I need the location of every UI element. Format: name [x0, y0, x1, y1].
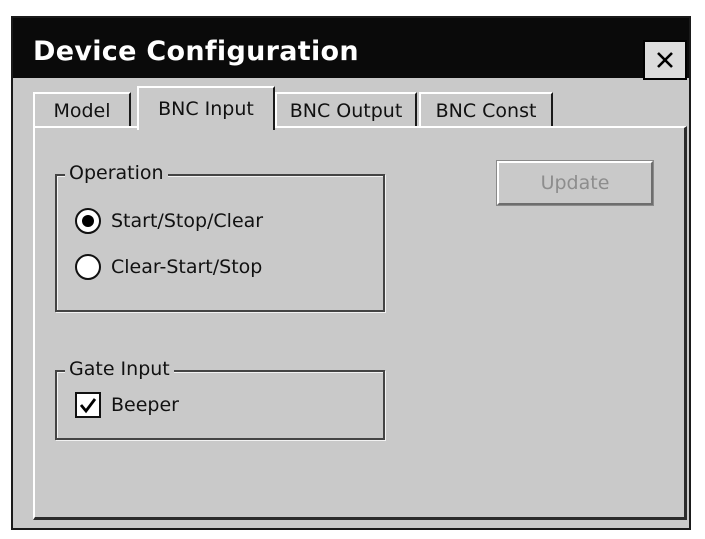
- update-button[interactable]: Update: [496, 160, 654, 206]
- checkmark-icon: [79, 398, 97, 414]
- bnc-input-panel: Operation Start/Stop/Clear Clear-Start/S…: [33, 126, 687, 520]
- tab-bnc-const[interactable]: BNC Const: [419, 92, 553, 128]
- beeper-checkbox-row[interactable]: Beeper: [75, 388, 179, 422]
- close-icon: [657, 52, 673, 68]
- device-configuration-window: Device Configuration Model BNC Input BNC…: [11, 16, 691, 530]
- radio-clear-start-stop-label: Clear-Start/Stop: [111, 256, 263, 278]
- beeper-checkbox[interactable]: [75, 392, 101, 418]
- tab-bnc-output[interactable]: BNC Output: [275, 92, 417, 128]
- radio-start-stop-clear-circle[interactable]: [75, 208, 101, 234]
- gate-input-group-legend: Gate Input: [65, 358, 174, 380]
- radio-clear-start-stop-circle[interactable]: [75, 254, 101, 280]
- window-title: Device Configuration: [33, 36, 359, 67]
- radio-clear-start-stop[interactable]: Clear-Start/Stop: [75, 250, 262, 284]
- radio-start-stop-clear[interactable]: Start/Stop/Clear: [75, 204, 263, 238]
- close-button[interactable]: [643, 40, 687, 80]
- tab-bnc-input[interactable]: BNC Input: [137, 86, 275, 130]
- radio-start-stop-clear-label: Start/Stop/Clear: [111, 210, 264, 232]
- tab-bnc-output-label: BNC Output: [289, 100, 403, 122]
- tab-model-label: Model: [53, 100, 111, 122]
- tab-strip: Model BNC Input BNC Output BNC Const: [13, 80, 689, 130]
- operation-group-legend: Operation: [65, 162, 168, 184]
- operation-group: Operation Start/Stop/Clear Clear-Start/S…: [55, 162, 385, 312]
- gate-input-group: Gate Input Beeper: [55, 358, 385, 440]
- beeper-label: Beeper: [111, 394, 179, 416]
- tab-bnc-const-label: BNC Const: [435, 100, 537, 122]
- tab-model[interactable]: Model: [33, 92, 131, 128]
- tab-bnc-input-label: BNC Input: [158, 98, 254, 120]
- title-bar: Device Configuration: [13, 18, 689, 80]
